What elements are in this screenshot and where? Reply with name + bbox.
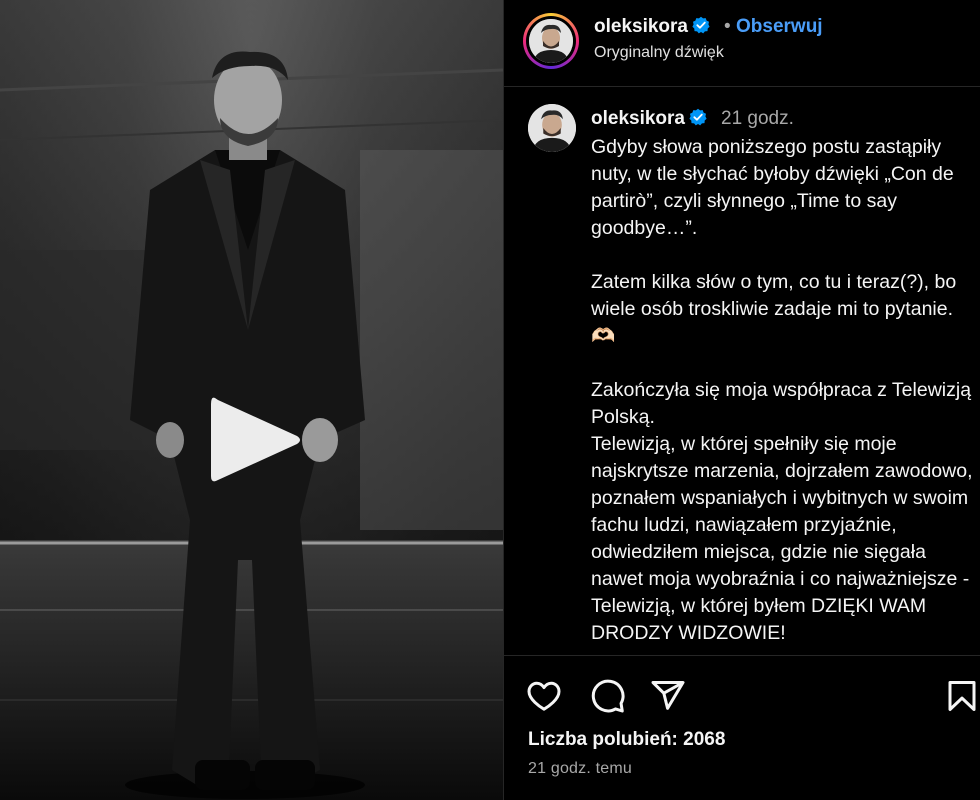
- action-bar: Liczba polubień: 2068 21 godz. temu: [504, 655, 980, 800]
- avatar: [529, 19, 573, 63]
- caption-text: Gdyby słowa poniższego postu zastąpiły n…: [591, 136, 973, 644]
- caption-username[interactable]: oleksikora: [591, 108, 707, 130]
- story-avatar[interactable]: [523, 13, 579, 69]
- comment-icon[interactable]: [590, 678, 626, 714]
- caption-avatar[interactable]: [528, 104, 576, 152]
- post-details: oleksikora • Obserwuj Oryginalny dźwięk …: [503, 0, 980, 800]
- likes-count[interactable]: Liczba polubień: 2068: [528, 729, 725, 751]
- verified-badge-icon: [689, 108, 707, 126]
- username-text[interactable]: oleksikora: [594, 16, 688, 37]
- verified-badge-icon: [692, 16, 710, 34]
- play-button[interactable]: [205, 390, 305, 490]
- caption-username-text[interactable]: oleksikora: [591, 108, 685, 129]
- follow-button[interactable]: Obserwuj: [736, 16, 823, 38]
- post-timestamp[interactable]: 21 godz. temu: [528, 760, 632, 778]
- post-header: oleksikora • Obserwuj Oryginalny dźwięk: [504, 0, 980, 87]
- caption-time[interactable]: 21 godz.: [721, 108, 794, 130]
- username-header[interactable]: oleksikora: [594, 16, 710, 38]
- caption: oleksikora 21 godz. Gdyby słowa poniższe…: [504, 88, 980, 655]
- bookmark-icon[interactable]: [944, 678, 980, 714]
- play-icon: [211, 397, 300, 482]
- audio-link[interactable]: Oryginalny dźwięk: [594, 44, 724, 62]
- separator-dot: •: [724, 16, 731, 37]
- post-video[interactable]: [0, 0, 503, 800]
- share-icon[interactable]: [650, 678, 686, 714]
- heart-icon[interactable]: [526, 678, 562, 714]
